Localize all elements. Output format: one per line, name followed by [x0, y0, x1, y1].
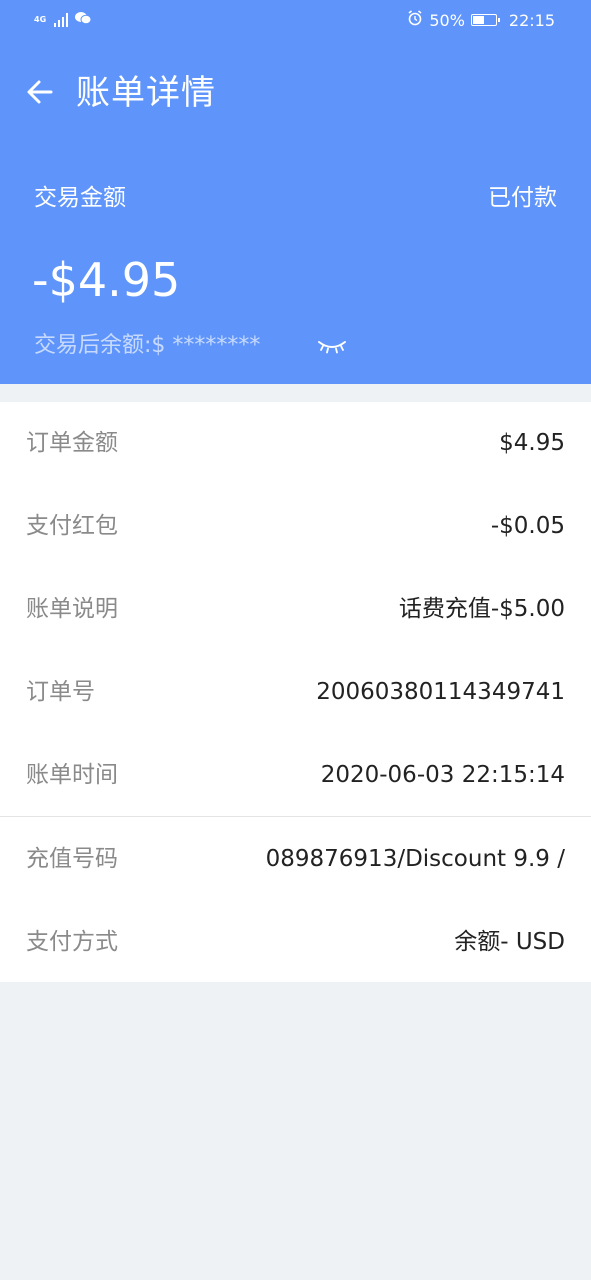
detail-label: 账单时间 — [26, 762, 118, 788]
balance-after-transaction: 交易后余额:$ ******** — [34, 333, 261, 358]
battery-icon — [470, 14, 500, 26]
detail-value: 余额- USD — [454, 929, 565, 955]
status-left: 4G — [34, 10, 92, 29]
detail-label: 订单号 — [26, 679, 95, 705]
status-bar: 4G 50% 22:15 — [0, 0, 591, 42]
detail-row-bill-time: 账单时间 2020-06-03 22:15:14 — [0, 734, 591, 816]
transaction-amount: -$4.95 — [32, 253, 181, 307]
back-button[interactable] — [22, 76, 58, 112]
detail-label: 订单金额 — [26, 430, 118, 456]
detail-row-description: 账单说明 话费充值-$5.00 — [0, 568, 591, 650]
detail-row-red-packet: 支付红包 -$0.05 — [0, 485, 591, 567]
detail-label: 支付红包 — [26, 513, 118, 539]
arrow-left-icon — [25, 77, 55, 111]
divider — [0, 816, 591, 817]
detail-value: -$0.05 — [490, 513, 565, 539]
detail-label: 充值号码 — [26, 846, 118, 872]
bill-details-card: 订单金额 $4.95 支付红包 -$0.05 账单说明 话费充值-$5.00 订… — [0, 402, 591, 982]
app-header: 账单详情 — [0, 56, 591, 132]
detail-row-order-number: 订单号 20060380114349741 — [0, 651, 591, 733]
clock: 22:15 — [508, 10, 555, 30]
eye-closed-icon[interactable] — [316, 336, 348, 356]
detail-value: 话费充值-$5.00 — [398, 596, 565, 622]
detail-value: 20060380114349741 — [316, 679, 565, 705]
detail-row-payment-method: 支付方式 余额- USD — [0, 901, 591, 983]
network-type: 4G — [34, 14, 47, 24]
wechat-icon — [74, 10, 92, 29]
alarm-icon — [407, 10, 423, 30]
detail-label: 支付方式 — [26, 929, 118, 955]
battery-percent: 50% — [429, 10, 465, 30]
status-right: 50% 22:15 — [407, 10, 555, 30]
detail-value: $4.95 — [499, 430, 565, 456]
detail-row-order-amount: 订单金额 $4.95 — [0, 402, 591, 484]
payment-status: 已付款 — [488, 185, 557, 211]
detail-row-recharge-number: 充值号码 089876913/Discount 9.9 / — [0, 818, 591, 900]
detail-label: 账单说明 — [26, 596, 118, 622]
signal-icon — [54, 12, 68, 27]
transaction-amount-label: 交易金额 — [34, 185, 126, 211]
detail-value: 2020-06-03 22:15:14 — [320, 762, 565, 788]
detail-value: 089876913/Discount 9.9 / — [265, 846, 565, 872]
page-title: 账单详情 — [76, 73, 216, 113]
